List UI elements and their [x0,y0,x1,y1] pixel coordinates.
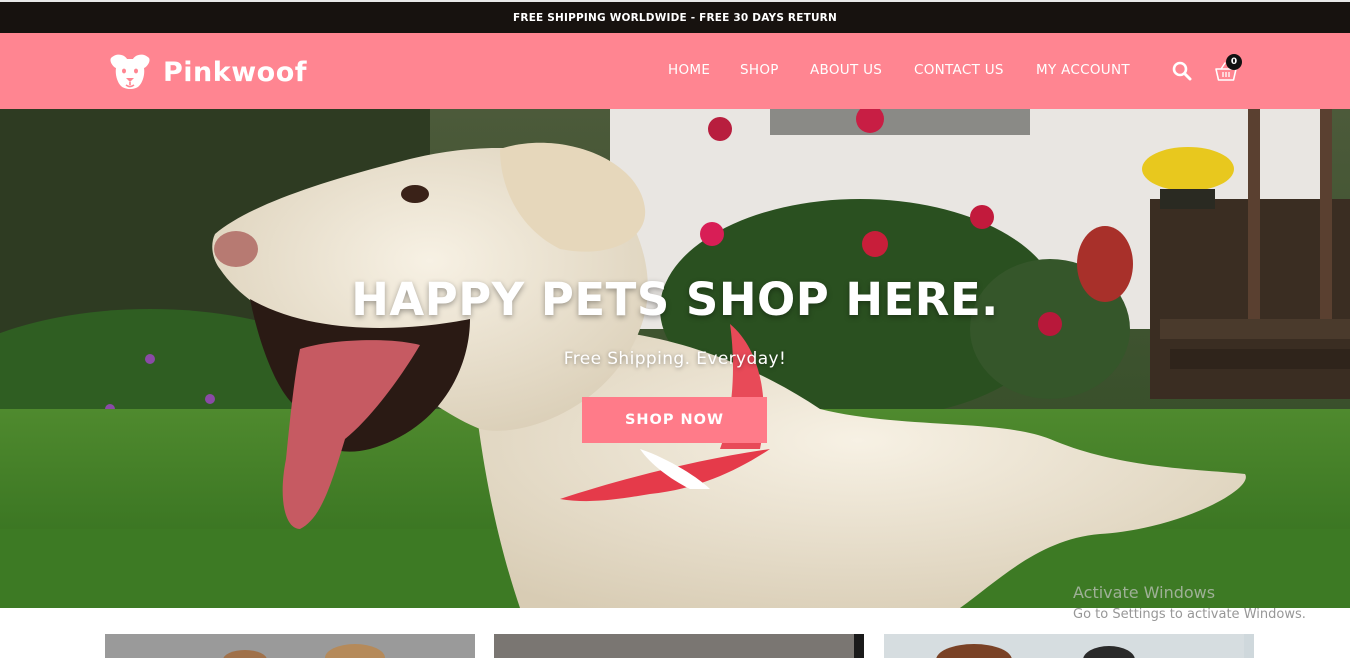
nav-contact-us[interactable]: CONTACT US [914,62,1004,78]
announcement-bar: FREE SHIPPING WORLDWIDE - FREE 30 DAYS R… [0,0,1350,33]
thumbnail-image [105,634,475,658]
announcement-text: FREE SHIPPING WORLDWIDE - FREE 30 DAYS R… [513,12,837,24]
category-thumbnail[interactable] [105,634,475,658]
activate-windows-title: Activate Windows [1073,583,1216,602]
main-nav: HOME SHOP ABOUT US CONTACT US MY ACCOUNT [0,62,1350,82]
thumbnail-image [884,634,1244,658]
hero-banner: HAPPY PETS SHOP HERE. Free Shipping. Eve… [0,109,1350,608]
nav-home[interactable]: HOME [668,62,710,78]
shop-now-button[interactable]: SHOP NOW [582,397,767,443]
category-thumbnail[interactable] [494,634,864,658]
search-icon[interactable] [1172,61,1192,81]
nav-shop[interactable]: SHOP [740,62,779,78]
nav-about-us[interactable]: ABOUT US [810,62,882,78]
site-header: Pinkwoof HOME SHOP ABOUT US CONTACT US M… [0,33,1350,109]
activate-windows-subtitle: Go to Settings to activate Windows. [1073,607,1306,622]
hero-subtitle: Free Shipping. Everyday! [563,349,787,369]
cart-count-badge: 0 [1226,54,1242,70]
hero-title: HAPPY PETS SHOP HERE. [351,273,999,326]
thumbnail-image [494,634,864,658]
nav-my-account[interactable]: MY ACCOUNT [1036,62,1130,78]
category-thumbnail[interactable] [884,634,1254,658]
